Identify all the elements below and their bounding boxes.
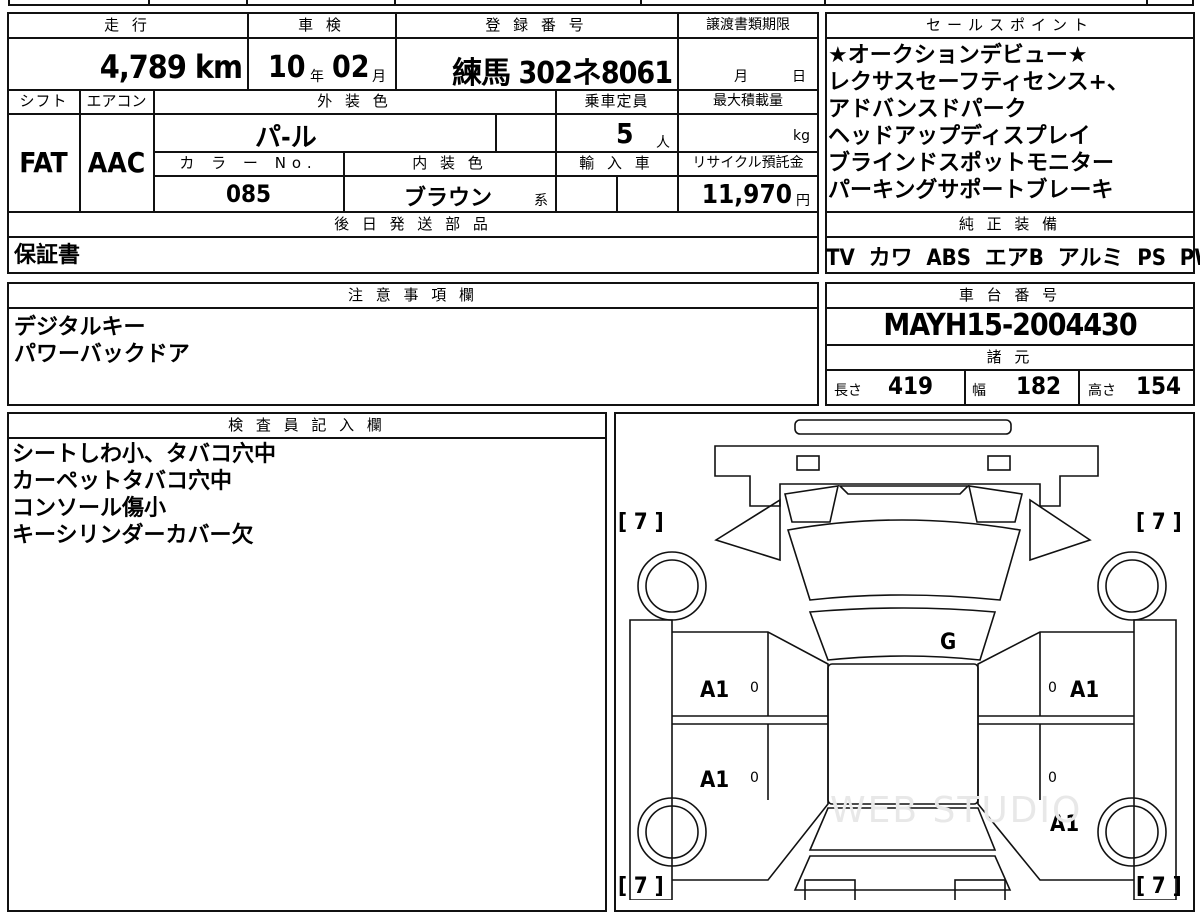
inspector-line: コンソール傷小 (12, 496, 167, 521)
length-value: 419 (888, 372, 934, 400)
left-rear-door-sub: 0 (750, 770, 759, 786)
aircon-header: エアコン (86, 92, 147, 110)
import-header: 輸 入 車 (579, 154, 654, 172)
left-front-door-sub: 0 (750, 680, 759, 696)
recycle-fee-value: 11,970 (701, 180, 792, 210)
sales-point-line: レクサスセーフティセンス+、 (828, 70, 1129, 95)
tire-rear-right-mark: [ 7 ] (1136, 874, 1182, 899)
inspection-month: 02 (332, 50, 370, 85)
sales-points-header: セールスポイント (925, 16, 1094, 34)
tire-front-left-mark: [ 7 ] (618, 510, 664, 535)
left-front-door-mark: A1 (700, 678, 730, 703)
color-no-value: 085 (225, 180, 272, 208)
left-rear-door-mark: A1 (700, 768, 730, 793)
right-rear-door-sub: 0 (1048, 770, 1057, 786)
inspector-header: 検 査 員 記 入 欄 (228, 416, 386, 434)
sales-point-line: ブラインドスポットモニター (828, 151, 1115, 176)
transfer-deadline-header: 譲渡書類期限 (706, 17, 790, 33)
chassis-header: 車 台 番 号 (958, 286, 1062, 304)
capacity-unit: 人 (656, 135, 670, 151)
recycle-fee-header: リサイクル預託金 (692, 155, 804, 171)
notes-header: 注 意 事 項 欄 (347, 286, 479, 304)
shift-header: シフト (19, 92, 68, 110)
sales-point-line: ヘッドアップディスプレイ (828, 124, 1091, 149)
watermark: WEB STUDIO (830, 790, 1083, 831)
sales-point-line: パーキングサポートブレーキ (828, 178, 1114, 203)
sales-points-list: ★オークションデビュー★ レクサスセーフティセンス+、 アドバンスドパーク ヘッ… (828, 42, 1194, 204)
later-shipping-value: 保証書 (14, 243, 81, 268)
interior-color-suffix: 系 (534, 193, 548, 209)
interior-color-value: ブラウン (404, 186, 493, 211)
notes-line: デジタルキー (14, 315, 146, 340)
top-strip (0, 0, 1200, 6)
inspector-line: キーシリンダーカバー欠 (12, 523, 254, 548)
transfer-month-unit: 月 (734, 69, 748, 85)
length-label: 長さ (834, 383, 862, 399)
width-label: 幅 (972, 383, 986, 399)
registration-value: 練馬 302ネ8061 (452, 56, 673, 91)
inspection-month-unit: 月 (372, 69, 386, 85)
height-label: 高さ (1088, 383, 1116, 399)
mileage-header: 走 行 (104, 16, 151, 34)
max-load-unit: kg (793, 128, 810, 144)
inspector-line: カーペットタバコ穴中 (12, 469, 233, 494)
right-front-door-sub: 0 (1048, 680, 1057, 696)
mileage-value: 4,789 km (99, 48, 243, 86)
height-value: 154 (1136, 372, 1182, 400)
genuine-equipment-header: 純 正 装 備 (958, 215, 1062, 233)
later-shipping-header: 後 日 発 送 部 品 (334, 215, 492, 233)
roof-damage-mark: G (940, 630, 957, 655)
interior-color-header: 内 装 色 (412, 154, 487, 172)
capacity-header: 乗車定員 (584, 92, 649, 110)
right-front-door-mark: A1 (1070, 678, 1100, 703)
width-value: 182 (1016, 372, 1062, 400)
sales-point-line: アドバンスドパーク (828, 97, 1027, 122)
genuine-equipment-value: TV カワ ABS エアB アルミ PS PW (826, 246, 1200, 271)
sales-point-line: ★オークションデビュー★ (828, 43, 1088, 68)
recycle-fee-unit: 円 (796, 193, 810, 209)
inspection-header: 車 検 (298, 16, 345, 34)
inspector-line: シートしわ小、タバコ穴中 (12, 442, 277, 467)
notes-line: パワーバックドア (14, 342, 190, 367)
inspection-year: 10 (268, 50, 306, 85)
max-load-header: 最大積載量 (713, 93, 783, 109)
inspection-year-unit: 年 (310, 69, 324, 85)
specs-header: 諸 元 (986, 348, 1034, 366)
exterior-color-header: 外 装 色 (317, 92, 392, 110)
aircon-value: AAC (87, 146, 146, 179)
tire-front-right-mark: [ 7 ] (1136, 510, 1182, 535)
capacity-value: 5 (616, 117, 634, 150)
transfer-day-unit: 日 (792, 69, 806, 85)
color-no-header: カ ラ ー No. (179, 154, 318, 172)
exterior-color-value: パ-ル (255, 123, 317, 153)
chassis-value: MAYH15-2004430 (883, 308, 1137, 343)
tire-rear-left-mark: [ 7 ] (618, 874, 664, 899)
shift-value: FAT (19, 146, 68, 179)
registration-header: 登 録 番 号 (485, 16, 588, 34)
